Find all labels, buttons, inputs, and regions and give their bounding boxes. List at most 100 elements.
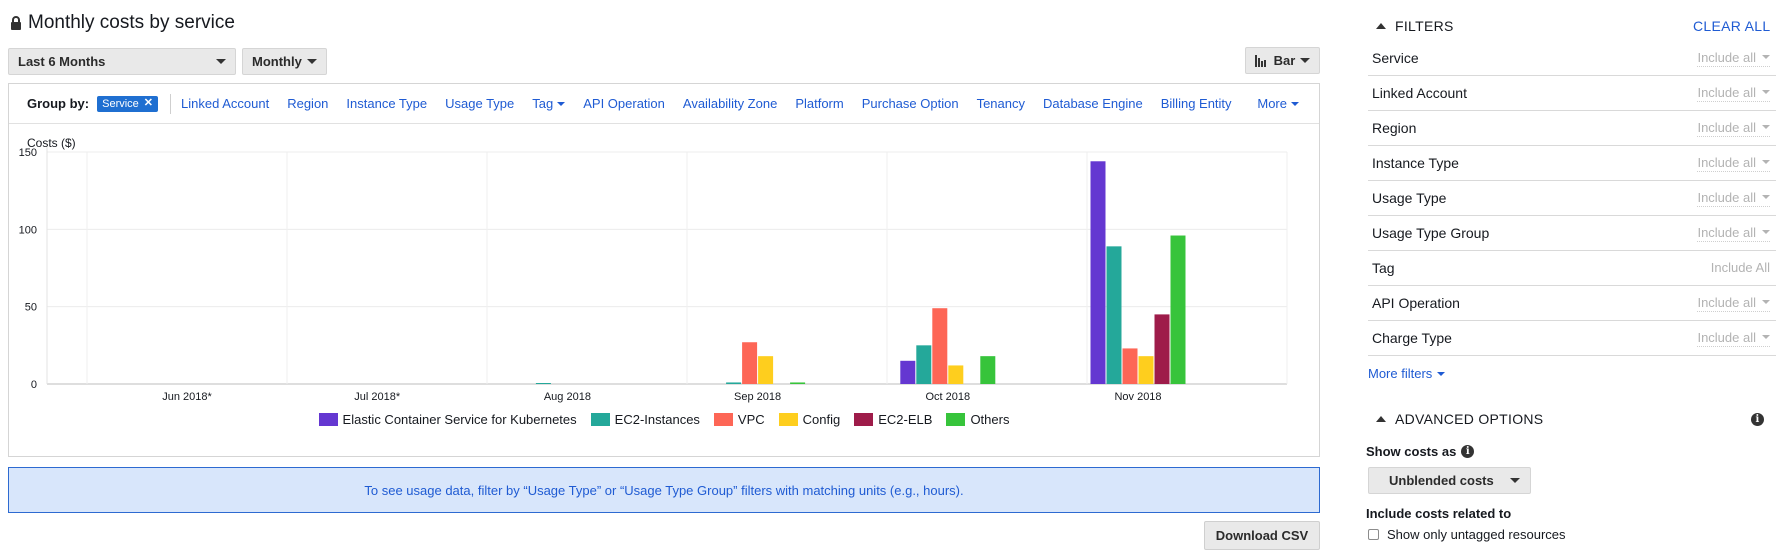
- y-tick-label: 0: [31, 379, 37, 391]
- group-by-more[interactable]: More: [1257, 96, 1299, 111]
- legend-swatch: [778, 413, 798, 426]
- filter-row-service[interactable]: Service Include all: [1368, 41, 1776, 76]
- filter-label: Charge Type: [1372, 330, 1452, 346]
- group-by-region[interactable]: Region: [287, 96, 328, 111]
- info-icon[interactable]: i: [1751, 412, 1764, 426]
- legend-swatch: [713, 413, 733, 426]
- legend-item[interactable]: EC2-ELB: [854, 412, 932, 427]
- legend-swatch: [590, 413, 610, 426]
- chevron-down-icon: [1437, 371, 1446, 376]
- show-costs-as-text: Show costs as: [1366, 444, 1457, 459]
- group-by-tag[interactable]: Tag: [532, 96, 566, 111]
- banner-text: To see usage data, filter by “Usage Type…: [364, 482, 964, 498]
- collapse-icon: [1376, 23, 1386, 29]
- filter-label: Instance Type: [1372, 155, 1459, 171]
- chevron-down-icon: [1510, 478, 1520, 483]
- legend-swatch: [318, 413, 338, 426]
- filter-value-text: Include All: [1710, 260, 1770, 275]
- legend-swatch: [946, 413, 966, 426]
- filter-row-tag[interactable]: Tag Include All: [1368, 251, 1776, 286]
- time-range-dropdown[interactable]: Last 6 Months: [8, 48, 236, 75]
- group-by-platform[interactable]: Platform: [795, 96, 843, 111]
- chevron-down-icon: [307, 59, 317, 64]
- legend-item[interactable]: VPC: [713, 412, 765, 427]
- group-by-linked-account[interactable]: Linked Account: [181, 96, 269, 111]
- filter-row-usage-type[interactable]: Usage Type Include all: [1368, 181, 1776, 216]
- bar: [758, 356, 774, 384]
- advanced-options-header[interactable]: ADVANCED OPTIONS i: [1376, 411, 1776, 427]
- close-icon[interactable]: ✕: [144, 98, 153, 109]
- legend-swatch: [854, 413, 874, 426]
- filter-value-dropdown[interactable]: Include all: [1697, 330, 1770, 347]
- bar: [1170, 235, 1186, 384]
- filter-label: Region: [1372, 120, 1417, 136]
- filter-value-dropdown[interactable]: Include all: [1697, 295, 1770, 312]
- x-tick-label: Aug 2018: [544, 391, 591, 403]
- cost-bar-chart: 0 50 100 150 Jun 2018* Jul 2018* Aug 2018 Sep 2…: [19, 147, 1288, 403]
- chevron-down-icon: [1762, 125, 1770, 129]
- filter-row-charge-type[interactable]: Charge Type Include all: [1368, 321, 1776, 356]
- filter-value-text: Include all: [1697, 189, 1756, 205]
- filter-row-api-operation[interactable]: API Operation Include all: [1368, 286, 1776, 321]
- advanced-title: ADVANCED OPTIONS: [1395, 411, 1544, 427]
- tag-label: Tag: [532, 96, 554, 111]
- bar: [790, 382, 806, 384]
- legend-item[interactable]: Elastic Container Service for Kubernetes: [318, 412, 577, 427]
- cost-type-value: Unblended costs: [1389, 473, 1494, 488]
- filter-value-dropdown[interactable]: Include all: [1697, 225, 1770, 242]
- group-by-availability-zone[interactable]: Availability Zone: [683, 96, 777, 111]
- group-by-chip-service[interactable]: Service ✕: [97, 95, 159, 112]
- chevron-down-icon: [1762, 195, 1770, 199]
- chevron-down-icon: [1762, 160, 1770, 164]
- clear-all-button[interactable]: CLEAR ALL: [1693, 18, 1770, 34]
- download-csv-button[interactable]: Download CSV: [1204, 521, 1320, 550]
- y-tick-label: 50: [25, 302, 37, 314]
- x-tick-label: Nov 2018: [1114, 391, 1161, 403]
- more-filters-link[interactable]: More filters: [1368, 366, 1446, 381]
- filter-row-region[interactable]: Region Include all: [1368, 111, 1776, 146]
- legend-label: Config: [802, 412, 841, 427]
- granularity-dropdown[interactable]: Monthly: [242, 48, 327, 75]
- legend-item[interactable]: EC2-Instances: [590, 412, 700, 427]
- group-by-api-operation[interactable]: API Operation: [583, 96, 665, 111]
- group-by-instance-type[interactable]: Instance Type: [346, 96, 427, 111]
- usage-info-banner: To see usage data, filter by “Usage Type…: [8, 467, 1320, 513]
- chart-style-dropdown[interactable]: Bar: [1245, 47, 1320, 74]
- filters-header[interactable]: FILTERS: [1376, 18, 1454, 34]
- bar: [1122, 348, 1138, 384]
- legend-item[interactable]: Config: [778, 412, 841, 427]
- filter-value-text: Include all: [1697, 294, 1756, 310]
- group-by-usage-type[interactable]: Usage Type: [445, 96, 514, 111]
- chart-legend: Elastic Container Service for Kubernetes…: [9, 412, 1319, 427]
- filter-row-usage-type-group[interactable]: Usage Type Group Include all: [1368, 216, 1776, 251]
- chart-panel: Group by: Service ✕ Linked Account Regio…: [8, 83, 1320, 457]
- x-tick-label: Jun 2018*: [162, 391, 212, 403]
- filter-value-dropdown[interactable]: Include all: [1697, 190, 1770, 207]
- group-by-purchase-option[interactable]: Purchase Option: [862, 96, 959, 111]
- group-by-tenancy[interactable]: Tenancy: [977, 96, 1025, 111]
- info-icon[interactable]: i: [1461, 445, 1475, 458]
- filter-value-dropdown[interactable]: Include all: [1697, 85, 1770, 102]
- filter-value-dropdown[interactable]: Include All: [1711, 260, 1770, 276]
- untagged-resources-option[interactable]: Show only untagged resources: [1368, 527, 1566, 542]
- filter-value-text: Include all: [1697, 119, 1756, 135]
- chevron-down-icon: [1762, 55, 1770, 59]
- chevron-down-icon: [1762, 300, 1770, 304]
- more-filters-label: More filters: [1368, 366, 1433, 381]
- chevron-down-icon: [1762, 230, 1770, 234]
- bar: [948, 365, 964, 384]
- group-by-billing-entity[interactable]: Billing Entity: [1161, 96, 1232, 111]
- bar: [980, 356, 996, 384]
- filter-label: Tag: [1372, 260, 1395, 276]
- legend-item[interactable]: Others: [946, 412, 1009, 427]
- page-title-text: Monthly costs by service: [28, 12, 235, 33]
- filter-row-instance-type[interactable]: Instance Type Include all: [1368, 146, 1776, 181]
- filter-row-linked-account[interactable]: Linked Account Include all: [1368, 76, 1776, 111]
- bar: [742, 342, 758, 384]
- filter-value-dropdown[interactable]: Include all: [1697, 155, 1770, 172]
- cost-type-dropdown[interactable]: Unblended costs: [1368, 467, 1531, 494]
- filter-value-dropdown[interactable]: Include all: [1697, 50, 1770, 67]
- group-by-database-engine[interactable]: Database Engine: [1043, 96, 1143, 111]
- untagged-checkbox[interactable]: [1368, 529, 1379, 540]
- filter-value-dropdown[interactable]: Include all: [1697, 120, 1770, 137]
